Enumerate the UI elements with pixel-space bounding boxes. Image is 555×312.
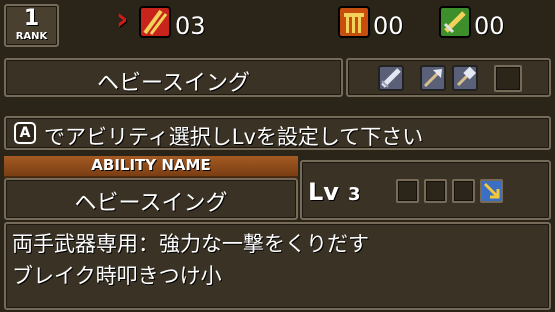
description-panel: 両手武器専用：強力な一撃をくりだす ブレイク時叩きつけ小: [4, 222, 551, 310]
level-up-arrow-icon: [482, 181, 501, 201]
level-panel[interactable]: Lv 3: [300, 160, 551, 220]
level-slot-3: [452, 179, 475, 203]
selected-ability-name: ヘビースイング: [97, 71, 250, 96]
instruction-panel: A でアビリティ選択しLvを設定して下さい: [4, 116, 551, 150]
ability-name-header-label: ABILITY NAME: [91, 156, 211, 174]
level-slot-2: [424, 179, 447, 203]
selected-ability-panel[interactable]: ヘビースイング: [4, 58, 343, 97]
weapon-slot-empty: [494, 65, 522, 92]
orange-counter: 00: [373, 12, 404, 40]
green-counter: 00: [474, 12, 505, 40]
hammer-icon: [452, 65, 478, 91]
ability-name-header: ABILITY NAME: [4, 156, 298, 178]
level-value: 3: [348, 184, 361, 205]
green-sword-icon: [439, 6, 471, 38]
rank-value: 1: [23, 6, 40, 31]
weapon-type-panel: [346, 58, 551, 97]
red-sword-icon: [139, 6, 171, 38]
a-button-icon: A: [14, 122, 36, 144]
ability-name-panel: ヘビースイング: [4, 178, 298, 220]
level-prefix: Lv: [308, 178, 339, 206]
description-line-2: ブレイク時叩きつけ小: [12, 264, 222, 288]
rank-badge: 1 RANK: [4, 4, 59, 47]
ability-name: ヘビースイング: [74, 191, 228, 216]
red-counter: 03: [175, 12, 206, 40]
rank-label: RANK: [15, 31, 48, 42]
battle-axe-icon: [420, 65, 446, 91]
selection-arrow-icon: ›: [116, 2, 129, 37]
description-line-1: 両手武器専用：強力な一撃をくりだす: [12, 232, 369, 256]
level-slot-4-filled: [480, 179, 503, 203]
level-slot-1: [396, 179, 419, 203]
instruction-text: でアビリティ選択しLvを設定して下さい: [44, 125, 424, 149]
greatsword-icon: [378, 65, 404, 91]
orange-bars-icon: [338, 6, 370, 38]
